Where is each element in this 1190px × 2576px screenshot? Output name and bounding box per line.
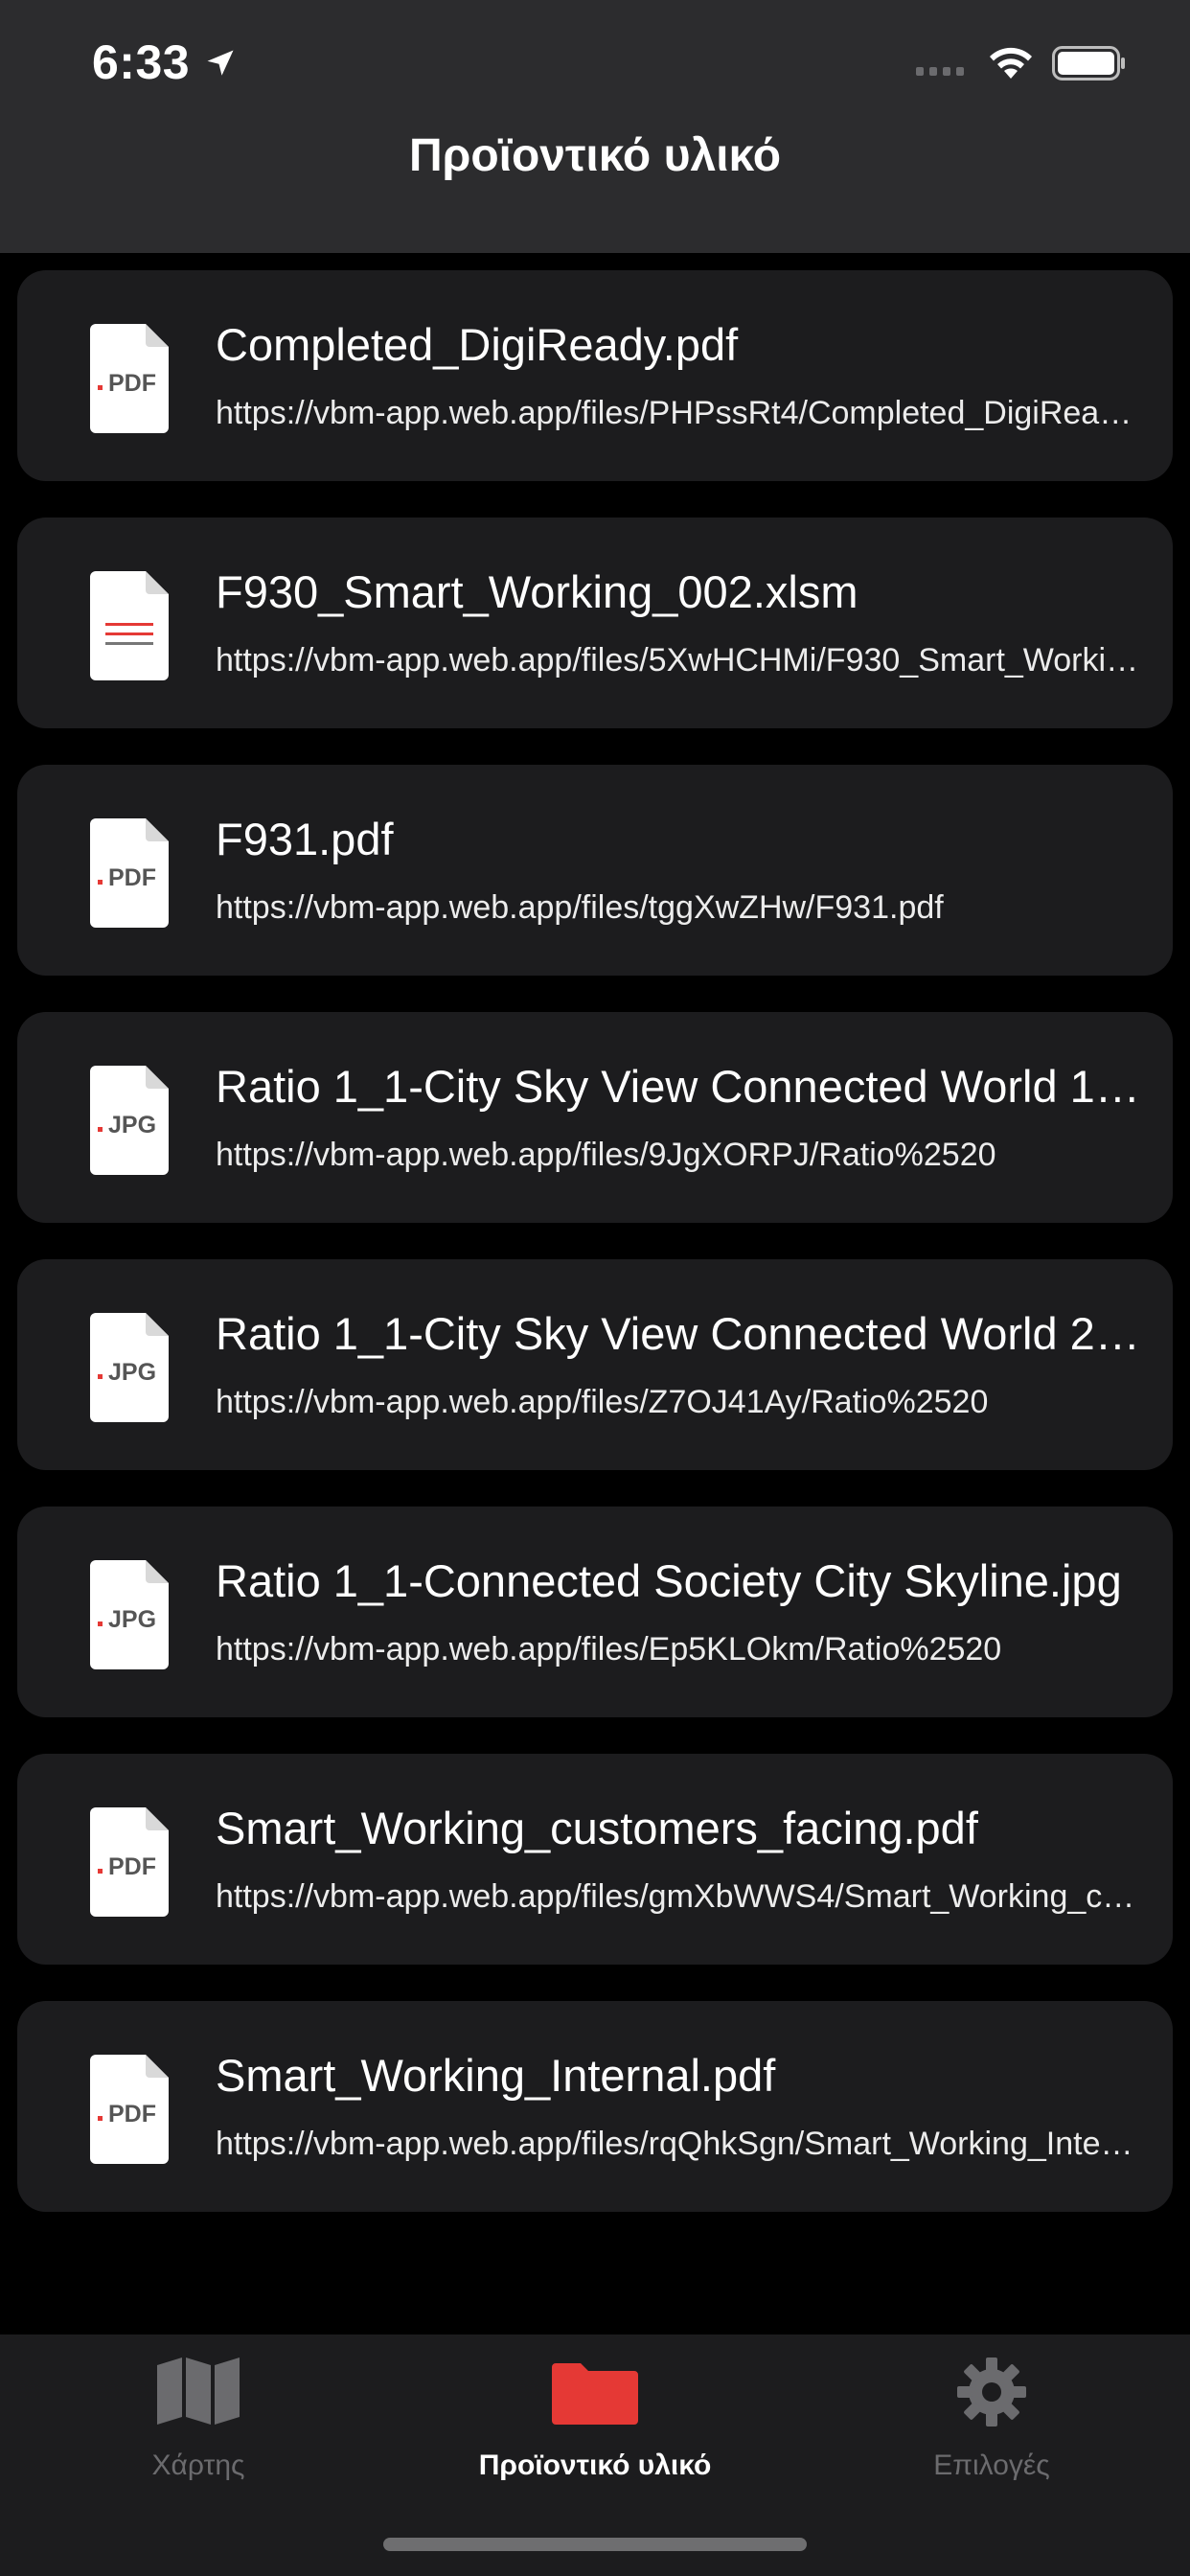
file-type-label: PDF xyxy=(108,2101,156,2128)
tab-label: Επιλογές xyxy=(933,2450,1050,2481)
page-title: Προϊοντικό υλικό xyxy=(408,129,782,181)
jpg-file-icon: JPG xyxy=(90,1560,169,1669)
file-type-label: JPG xyxy=(108,1112,156,1138)
file-url: https://vbm-app.web.app/files/9JgXORPJ/R… xyxy=(216,1137,996,1173)
file-name: Smart_Working_Internal.pdf xyxy=(216,2050,776,2101)
file-type-label: JPG xyxy=(108,1359,156,1386)
pdf-file-icon: PDF xyxy=(90,1807,169,1917)
gear-icon xyxy=(957,2358,1026,2431)
jpg-file-icon: JPG xyxy=(90,1066,169,1175)
file-row[interactable]: JPG Ratio 1_1-Connected Society City Skyl… xyxy=(17,1506,1173,1717)
status-time: 6:33 xyxy=(92,35,191,89)
file-name: Ratio 1_1-City Sky View Connected World … xyxy=(216,1308,1145,1359)
file-row[interactable]: F930_Smart_Working_002.xlsm https://vbm-a… xyxy=(17,518,1173,728)
tab-options[interactable]: Επιλογές xyxy=(793,2334,1190,2507)
file-url: https://vbm-app.web.app/files/Z7OJ41Ay/R… xyxy=(216,1384,989,1420)
folder-icon xyxy=(552,2358,638,2429)
file-row[interactable]: JPG Ratio 1_1-City Sky View Connected Wor… xyxy=(17,1259,1173,1470)
file-type-label: PDF xyxy=(108,370,156,397)
file-type-label: PDF xyxy=(108,864,156,891)
status-bar: 6:33 xyxy=(0,0,1190,125)
tab-label: Χάρτης xyxy=(151,2450,245,2481)
file-row[interactable]: PDF F931.pdf https://vbm-app.web.app/files… xyxy=(17,765,1173,976)
pdf-file-icon: PDF xyxy=(90,818,169,928)
pdf-file-icon: PDF xyxy=(90,324,169,433)
battery-icon xyxy=(1052,46,1125,80)
tab-product-material[interactable]: Προϊοντικό υλικό xyxy=(397,2334,793,2507)
file-row[interactable]: JPG Ratio 1_1-City Sky View Connected Wor… xyxy=(17,1012,1173,1223)
file-url: https://vbm-app.web.app/files/Ep5KLOkm/R… xyxy=(216,1631,1002,1668)
file-row[interactable]: PDF Smart_Working_customers_facing.pdfhtt… xyxy=(17,1754,1173,1965)
document-file-icon xyxy=(90,571,169,680)
file-type-label: JPG xyxy=(108,1606,156,1633)
file-name: Completed_DigiReady.pdf xyxy=(216,319,739,370)
home-indicator xyxy=(383,2538,807,2551)
wifi-icon xyxy=(990,47,1032,79)
tab-map[interactable]: Χάρτης xyxy=(0,2334,397,2507)
navigation-bar: Προϊοντικό υλικό xyxy=(0,125,1190,253)
cellular-signal-icon xyxy=(916,67,964,76)
file-url: https://vbm-app.web.app/files/rqQhkSgn/S… xyxy=(216,2126,1140,2162)
file-name: Smart_Working_customers_facing.pdf xyxy=(216,1803,978,1853)
tab-label: Προϊοντικό υλικό xyxy=(478,2450,712,2481)
file-name: F931.pdf xyxy=(216,814,394,864)
file-url: https://vbm-app.web.app/files/gmXbWWS4/S… xyxy=(216,1878,1140,1915)
file-row[interactable]: PDF Smart_Working_Internal.pdf https://vbm… xyxy=(17,2001,1173,2212)
location-arrow-icon xyxy=(207,50,234,76)
file-row[interactable]: PDF Completed_DigiReady.pdf https://vbm-ap… xyxy=(17,270,1173,481)
jpg-file-icon: JPG xyxy=(90,1313,169,1422)
file-name: Ratio 1_1-Connected Society City Skyline… xyxy=(216,1555,1122,1606)
file-url: https://vbm-app.web.app/files/5XwHCHMi/F… xyxy=(216,642,1140,678)
file-name: Ratio 1_1-City Sky View Connected World … xyxy=(216,1061,1145,1112)
file-url: https://vbm-app.web.app/files/tggXwZHw/F… xyxy=(216,889,944,926)
file-url: https://vbm-app.web.app/files/PHPssRt4/C… xyxy=(216,395,1140,431)
file-type-label: PDF xyxy=(108,1853,156,1880)
file-name: F930_Smart_Working_002.xlsm xyxy=(216,566,858,617)
pdf-file-icon: PDF xyxy=(90,2055,169,2164)
map-icon xyxy=(157,2358,240,2429)
